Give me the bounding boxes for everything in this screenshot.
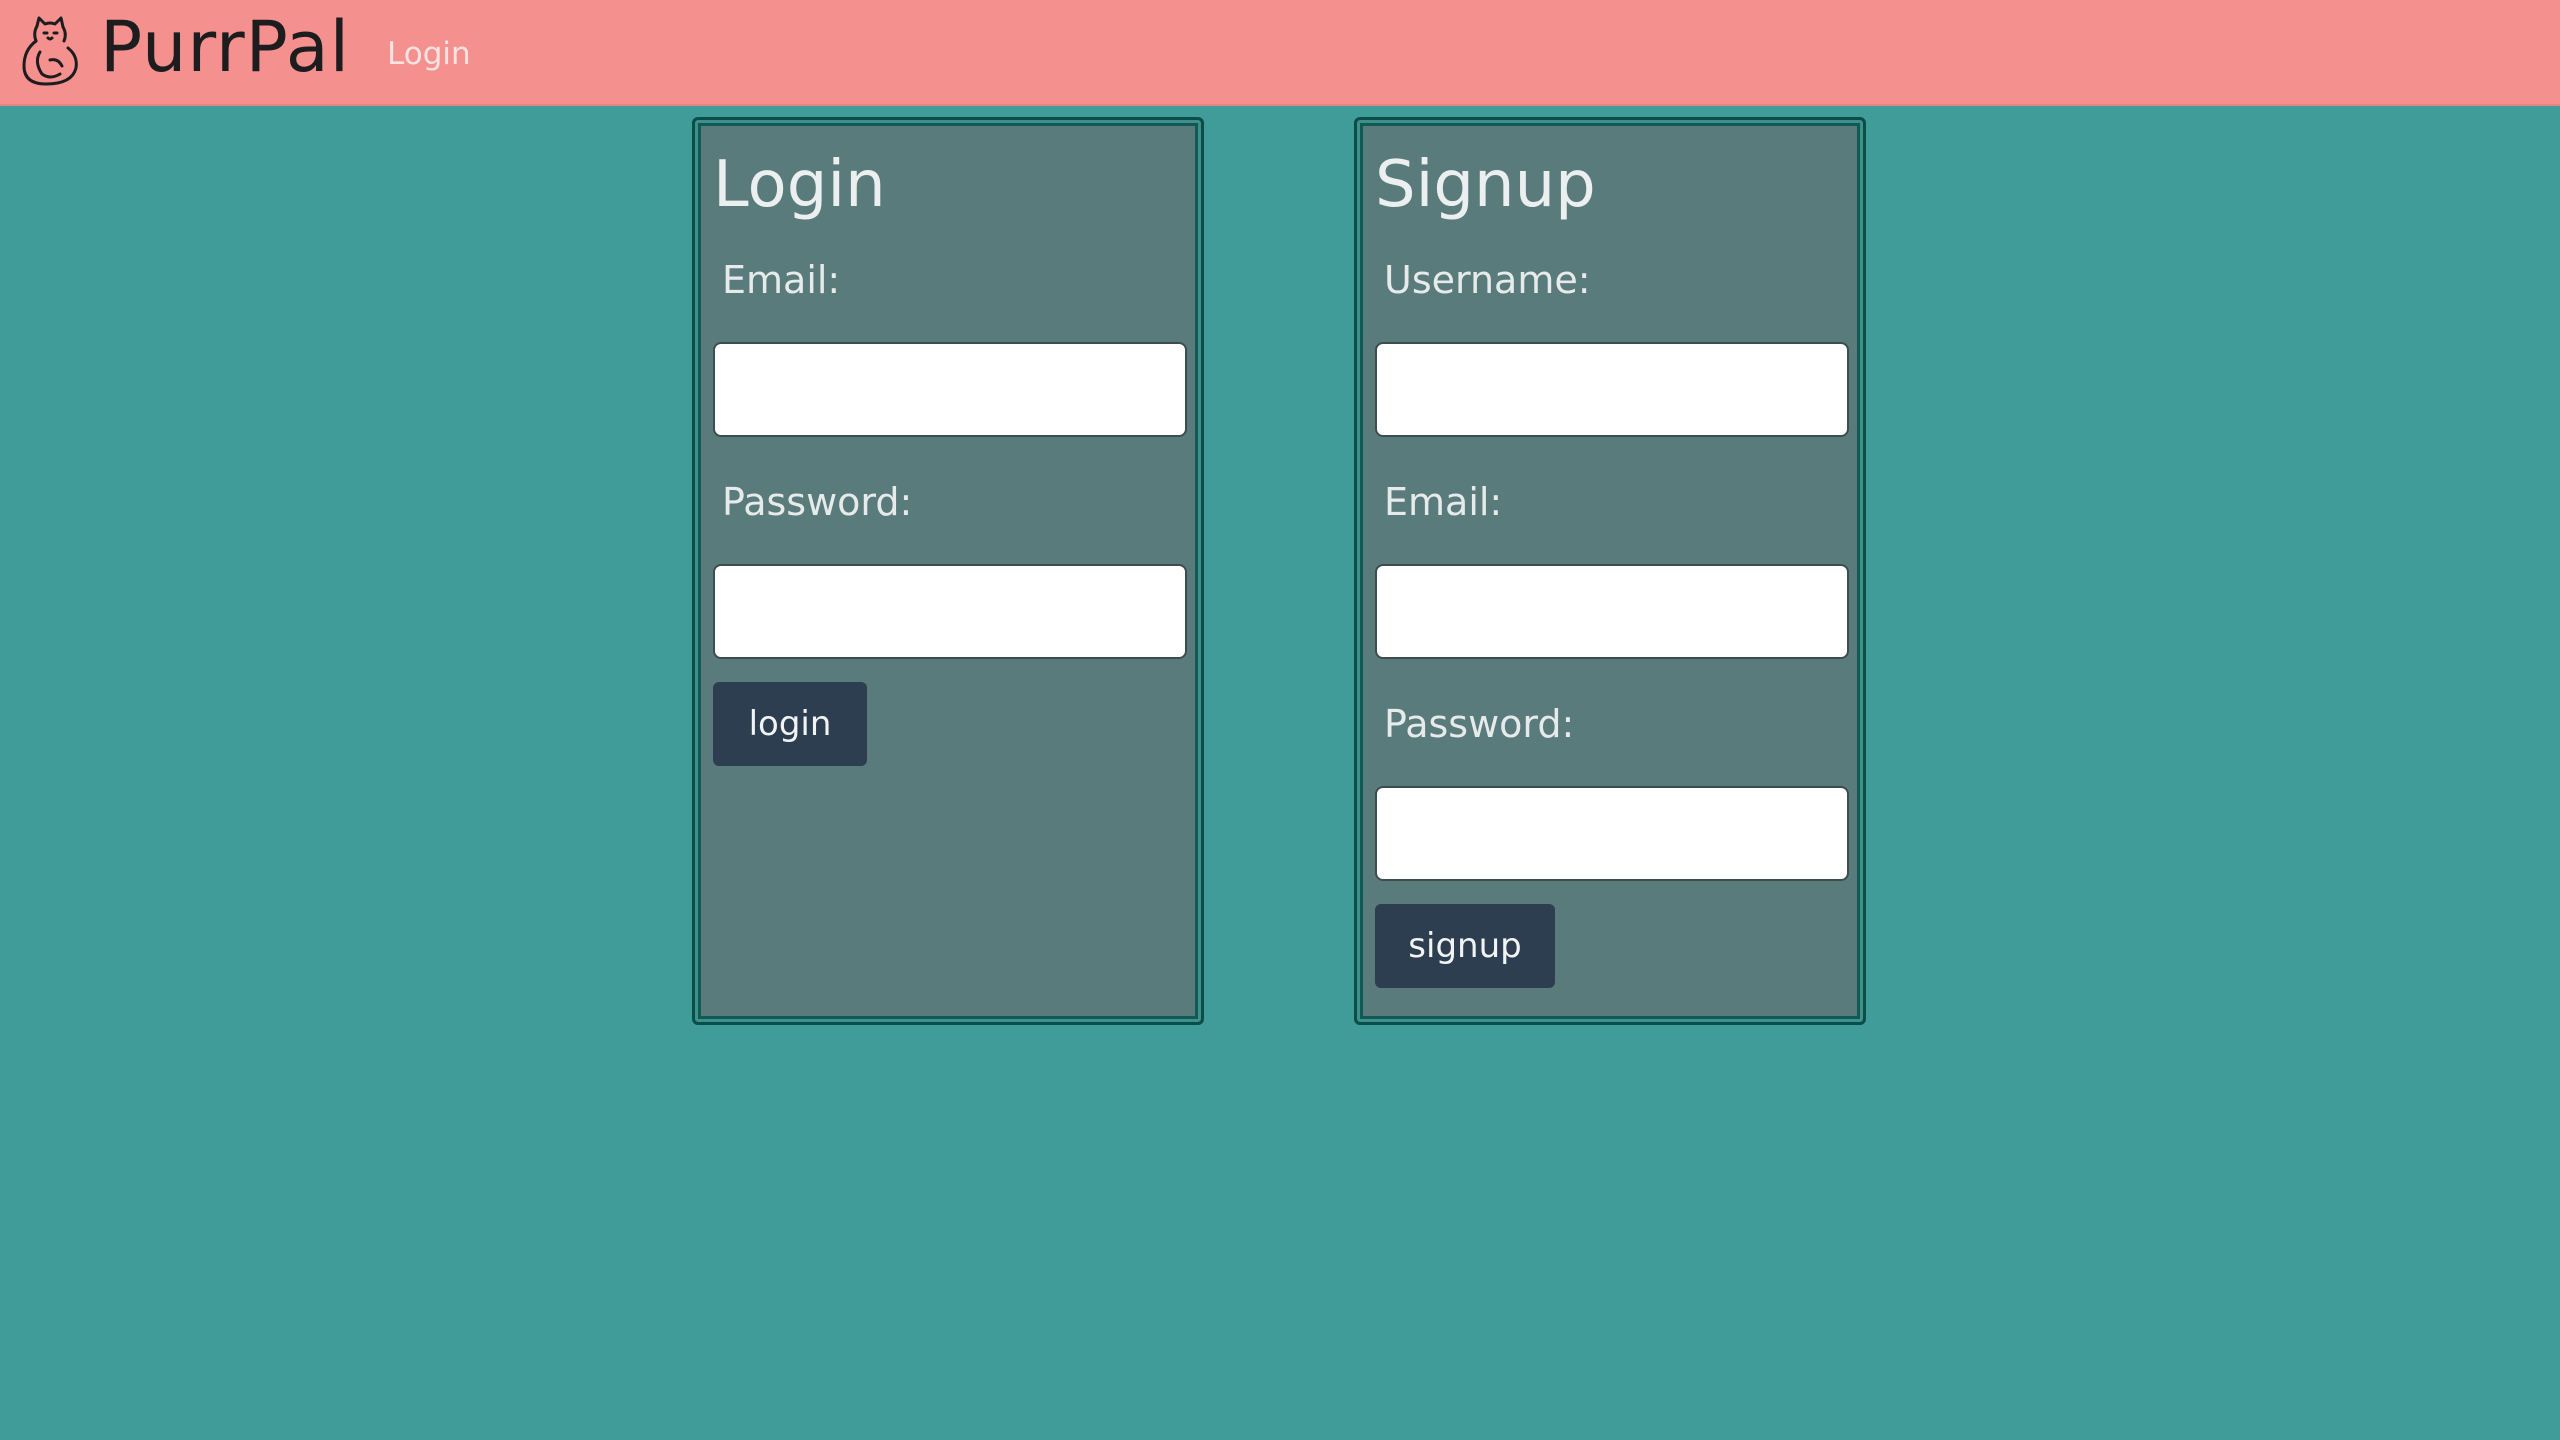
nav-link-login[interactable]: Login xyxy=(387,34,471,74)
login-title: Login xyxy=(713,148,886,222)
signup-password-label: Password: xyxy=(1384,702,1575,746)
cat-icon[interactable] xyxy=(20,16,80,88)
signup-button[interactable]: signup xyxy=(1375,904,1555,988)
signup-email-label: Email: xyxy=(1384,480,1503,524)
signup-panel: Signup Username: Email: Password: signup xyxy=(1354,117,1866,1025)
top-navbar: PurrPal Login xyxy=(0,0,2560,106)
login-password-field[interactable] xyxy=(713,564,1187,659)
signup-username-label: Username: xyxy=(1384,258,1591,302)
login-panel: Login Email: Password: login xyxy=(692,117,1204,1025)
login-email-field[interactable] xyxy=(713,342,1187,437)
login-button[interactable]: login xyxy=(713,682,867,766)
login-email-label: Email: xyxy=(722,258,841,302)
signup-username-field[interactable] xyxy=(1375,342,1849,437)
signup-title: Signup xyxy=(1375,148,1596,222)
brand-name[interactable]: PurrPal xyxy=(100,2,350,92)
signup-password-field[interactable] xyxy=(1375,786,1849,881)
login-password-label: Password: xyxy=(722,480,913,524)
signup-email-field[interactable] xyxy=(1375,564,1849,659)
